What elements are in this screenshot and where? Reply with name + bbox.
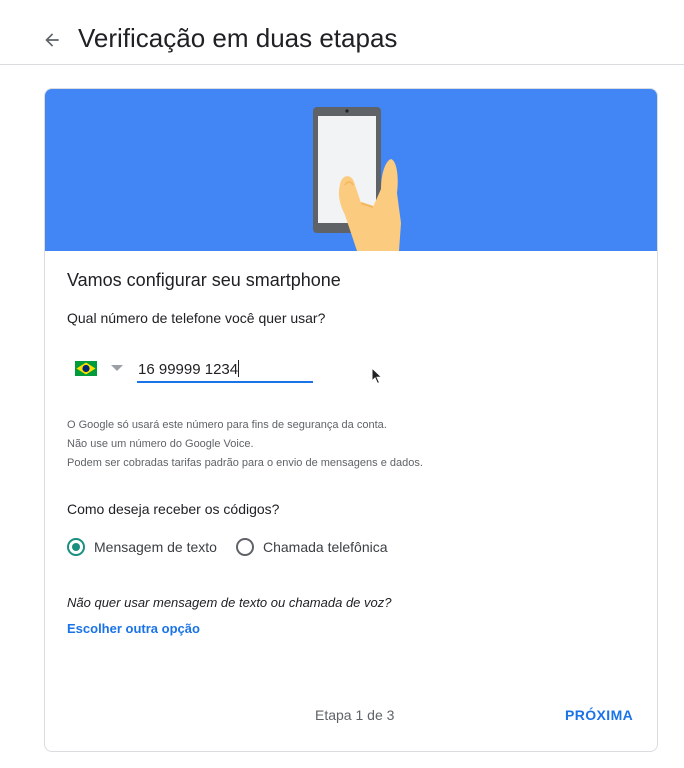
page-title: Verificação em duas etapas [78,23,398,53]
country-select[interactable] [75,357,127,379]
back-button[interactable] [36,24,68,56]
arrow-back-icon [45,33,59,47]
radio-phone-call[interactable]: Chamada telefônica [236,537,388,557]
codes-question: Como deseja receber os códigos? [67,501,280,517]
hero-banner [45,89,657,251]
disclaimer-line: Não use um número do Google Voice. [67,438,254,450]
setup-title: Vamos configurar seu smartphone [67,270,341,290]
choose-another-option-link[interactable]: Escolher outra opção [67,620,200,638]
mouse-pointer-icon [371,367,383,385]
phone-input[interactable] [138,358,308,380]
radio-checked-icon[interactable] [67,538,85,556]
radio-unchecked-icon[interactable] [236,538,254,556]
brazil-flag-icon [75,360,97,376]
radio-label: Chamada telefônica [263,539,388,555]
radio-label: Mensagem de texto [94,539,217,555]
setup-card: Vamos configurar seu smartphone Qual núm… [44,88,658,752]
disclaimer-line: Podem ser cobradas tarifas padrão para o… [67,457,423,469]
text-caret [238,360,239,377]
phone-disclaimer: O Google só usará este número para fins … [67,416,423,473]
chevron-down-icon [111,365,123,371]
page-header: Verificação em duas etapas [0,0,684,65]
radio-text-message[interactable]: Mensagem de texto [67,537,217,557]
next-button[interactable]: PRÓXIMA [555,699,643,731]
hand-phone-illustration [313,107,401,251]
phone-question: Qual número de telefone você quer usar? [67,310,326,326]
phone-field[interactable] [137,355,313,383]
step-indicator: Etapa 1 de 3 [315,707,395,723]
alternative-question: Não quer usar mensagem de texto ou chama… [67,595,392,610]
disclaimer-line: O Google só usará este número para fins … [67,419,387,431]
